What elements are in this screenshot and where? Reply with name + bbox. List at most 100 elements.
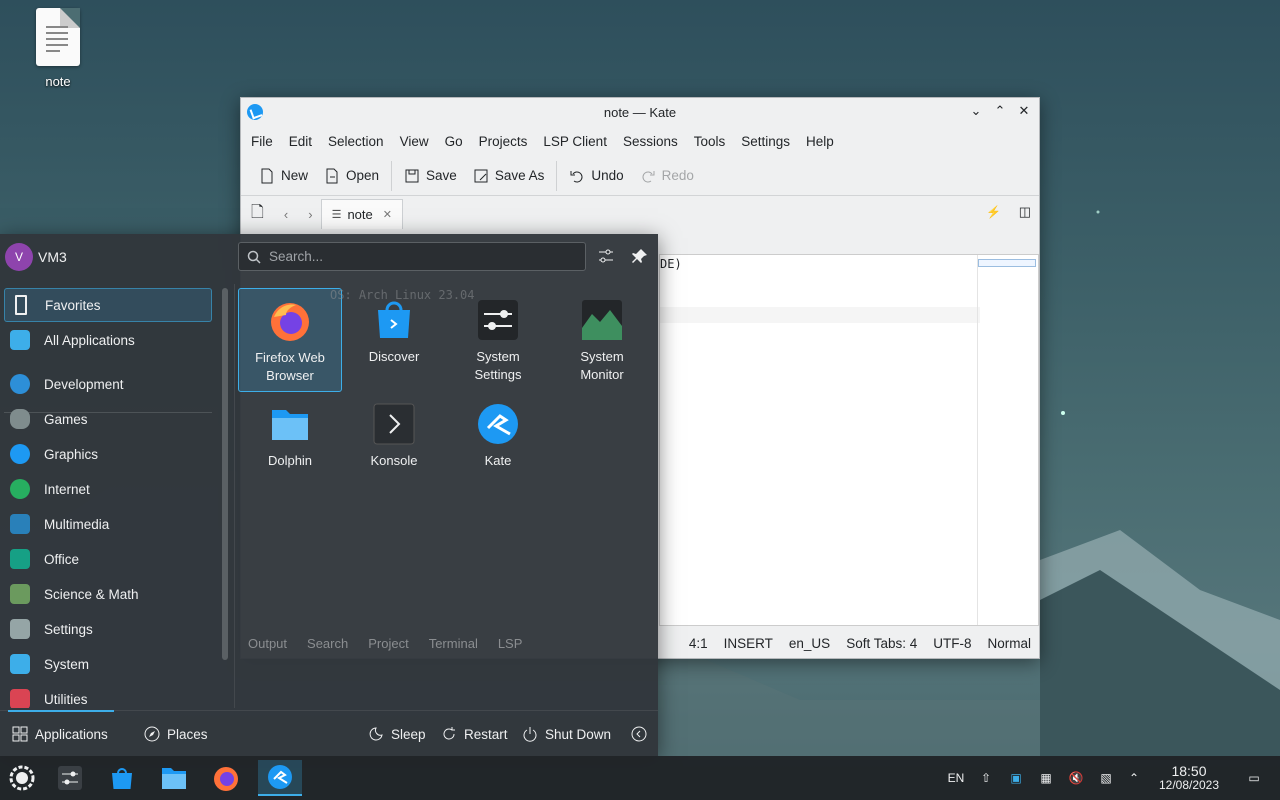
menu-projects[interactable]: Projects [473, 134, 534, 149]
places-tab[interactable]: Places [144, 721, 208, 747]
taskbar: EN ⇧ ▣ ▦ 🔇 ▧ ⌃ 18:50 12/08/2023 ▭ [0, 756, 1280, 800]
tab-prev-icon[interactable]: ‹ [284, 207, 288, 222]
tool-tab-project[interactable]: Project [368, 636, 408, 792]
chevron-left-circle-icon [631, 726, 647, 742]
app-system-settings[interactable]: System Settings [446, 288, 550, 392]
update-icon[interactable]: ⇧ [976, 768, 996, 788]
applications-grid-icon [12, 726, 28, 742]
menu-tools[interactable]: Tools [688, 134, 732, 149]
shutdown-button[interactable]: Shut Down [522, 721, 611, 747]
category-office[interactable]: Office [4, 542, 212, 576]
search-input[interactable]: Search... [238, 242, 586, 271]
redo-button[interactable]: Redo [632, 161, 702, 191]
kate-titlebar[interactable]: note — Kate ⌄ ⌃ ✕ [241, 98, 1039, 126]
graphics-icon [10, 444, 30, 464]
encoding[interactable]: UTF-8 [933, 636, 971, 651]
applications-tab[interactable]: Applications [12, 721, 108, 747]
app-dolphin[interactable]: Dolphin [238, 392, 342, 496]
multimedia-icon [10, 514, 30, 534]
category-development[interactable]: Development [4, 367, 212, 401]
category-utilities[interactable]: Utilities [4, 682, 212, 708]
category-system[interactable]: System [4, 647, 212, 681]
keyboard-layout[interactable]: EN [946, 768, 966, 788]
input-mode[interactable]: INSERT [724, 636, 773, 651]
menu-file[interactable]: File [245, 134, 279, 149]
category-all-applications[interactable]: All Applications [4, 323, 212, 357]
document-tabbar: 🗋 ‹ › ☰ note ✕ ⚡ ◫ [241, 196, 1039, 232]
new-button[interactable]: New [251, 161, 316, 191]
network-icon[interactable]: ▧ [1096, 768, 1116, 788]
open-button[interactable]: Open [316, 161, 387, 191]
tray-expand-icon[interactable]: ⌃ [1124, 768, 1144, 788]
volume-muted-icon[interactable]: 🔇 [1066, 768, 1086, 788]
desktop-file-note[interactable]: note [28, 8, 88, 89]
category-internet[interactable]: Internet [4, 472, 212, 506]
app-konsole[interactable]: Konsole [342, 392, 446, 496]
category-scrollbar[interactable] [222, 288, 228, 660]
menu-view[interactable]: View [394, 134, 435, 149]
system-settings-icon [476, 298, 520, 342]
undo-button[interactable]: Undo [561, 161, 631, 191]
tab-note[interactable]: ☰ note ✕ [320, 199, 403, 229]
avatar[interactable]: V [5, 243, 33, 271]
category-settings[interactable]: Settings [4, 612, 212, 646]
tool-tab-lsp[interactable]: LSP [498, 636, 523, 792]
minimize-button[interactable]: ⌄ [967, 102, 985, 120]
app-kate[interactable]: Kate [446, 392, 550, 496]
indentation[interactable]: Soft Tabs: 4 [846, 636, 917, 651]
tab-close-icon[interactable]: ✕ [383, 208, 392, 221]
documents-icon[interactable]: 🗋 [251, 201, 264, 228]
category-multimedia[interactable]: Multimedia [4, 507, 212, 541]
editor-area[interactable]: DE) [659, 254, 1039, 626]
quick-open-icon[interactable]: ⚡ [986, 205, 1001, 219]
user-name: VM3 [38, 249, 67, 265]
tool-tab-terminal[interactable]: Terminal [429, 636, 478, 792]
save-as-button[interactable]: Save As [465, 161, 553, 191]
app-firefox[interactable]: Firefox Web Browser [238, 288, 342, 392]
menu-edit[interactable]: Edit [283, 134, 318, 149]
dictionary[interactable]: en_US [789, 636, 830, 651]
category-graphics[interactable]: Graphics [4, 437, 212, 471]
notifications-icon[interactable]: ▣ [1006, 768, 1026, 788]
menu-settings[interactable]: Settings [735, 134, 796, 149]
menu-selection[interactable]: Selection [322, 134, 390, 149]
screenshot-icon[interactable]: ▦ [1036, 768, 1056, 788]
menu-go[interactable]: Go [439, 134, 469, 149]
category-science-math[interactable]: Science & Math [4, 577, 212, 611]
discover-icon [372, 298, 416, 342]
cursor-position[interactable]: 4:1 [689, 636, 708, 651]
pin-icon [632, 249, 647, 263]
digital-clock[interactable]: 18:50 12/08/2023 [1152, 764, 1226, 792]
save-button[interactable]: Save [396, 161, 465, 191]
system-icon [10, 654, 30, 674]
category-games[interactable]: Games [4, 402, 212, 436]
tool-tab-output[interactable]: Output [248, 636, 287, 792]
show-desktop-icon[interactable]: ▭ [1244, 768, 1264, 788]
development-icon [10, 374, 30, 394]
menu-help[interactable]: Help [800, 134, 840, 149]
app-system-monitor[interactable]: System Monitor [550, 288, 654, 392]
launcher-button[interactable] [4, 760, 40, 796]
taskbar-discover[interactable] [104, 760, 140, 796]
more-options-button[interactable] [631, 721, 647, 747]
pin-button[interactable] [628, 244, 652, 268]
app-discover[interactable]: Discover [342, 288, 446, 392]
tool-tab-search[interactable]: Search [307, 636, 348, 792]
taskbar-system-settings[interactable] [52, 760, 88, 796]
minimap[interactable] [978, 259, 1036, 267]
tab-next-icon[interactable]: › [308, 207, 312, 222]
highlight-mode[interactable]: Normal [987, 636, 1031, 651]
split-view-icon[interactable]: ◫ [1019, 204, 1031, 220]
taskbar-firefox[interactable] [208, 760, 244, 796]
category-favorites[interactable]: Favorites [4, 288, 212, 322]
close-button[interactable]: ✕ [1015, 102, 1033, 120]
window-title: note — Kate [603, 104, 677, 120]
power-icon [523, 727, 537, 742]
clock-date: 12/08/2023 [1158, 778, 1220, 792]
configure-button[interactable] [594, 244, 618, 268]
menu-lsp-client[interactable]: LSP Client [537, 134, 613, 149]
globe-icon [10, 479, 30, 499]
menu-sessions[interactable]: Sessions [617, 134, 684, 149]
taskbar-dolphin[interactable] [156, 760, 192, 796]
maximize-button[interactable]: ⌃ [991, 102, 1009, 120]
